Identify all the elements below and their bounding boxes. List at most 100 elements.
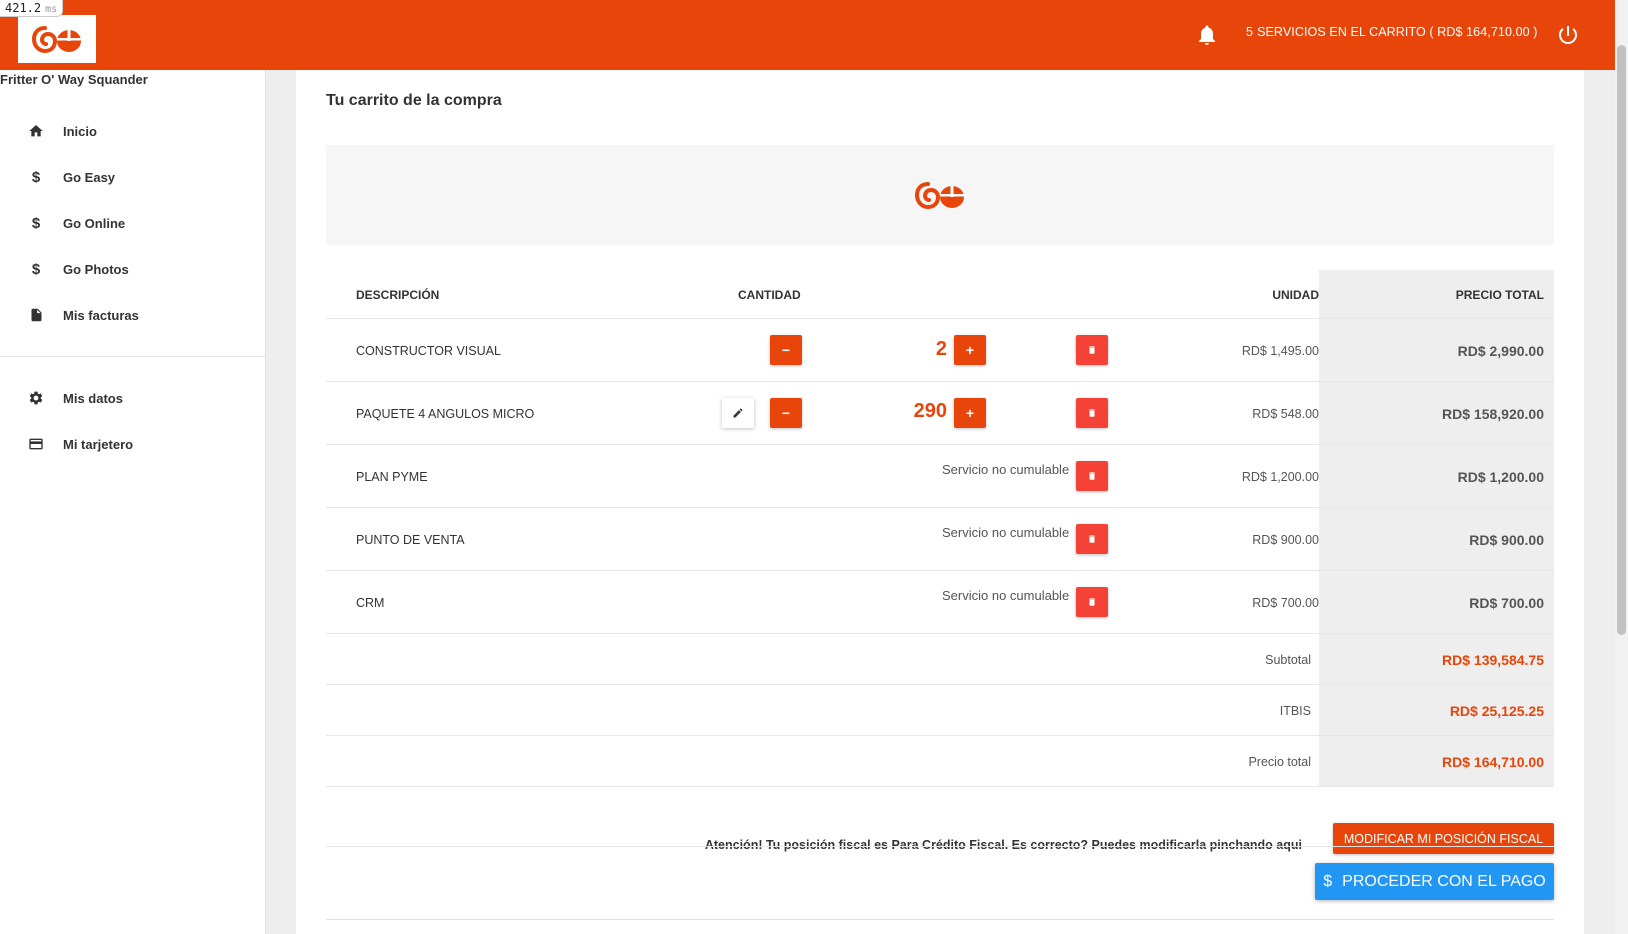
sidebar-item-mis-facturas[interactable]: Mis facturas: [0, 293, 266, 337]
sidebar-item-label: Inicio: [63, 123, 97, 139]
subtotal-value: RD$ 139,584.75: [1442, 652, 1544, 668]
increase-quantity-button[interactable]: +: [954, 335, 986, 365]
delete-item-button[interactable]: [1076, 524, 1108, 554]
row-divider: [326, 318, 1554, 319]
item-total-price: RD$ 2,990.00: [1457, 343, 1544, 359]
cart-card: Tu carrito de la compra DESCRIPCIÓN CANT…: [296, 70, 1584, 934]
non-cumulative-note: Servicio no cumulable: [942, 525, 1070, 540]
edit-item-button[interactable]: [722, 398, 754, 428]
trash-icon: [1089, 472, 1095, 480]
modify-fiscal-position-button[interactable]: MODIFICAR MI POSICIÓN FISCAL: [1333, 823, 1554, 854]
go-logo-icon: [914, 182, 964, 210]
row-divider: [326, 507, 1554, 508]
sidebar-item-label: Go Photos: [63, 261, 129, 277]
dollar-icon: $: [31, 168, 41, 186]
grand-total-value: RD$ 164,710.00: [1442, 754, 1544, 770]
render-timing: 421.2 ms: [0, 0, 64, 17]
grand-total-label: Precio total: [1248, 755, 1311, 769]
top-bar: 5 SERVICIOS EN EL CARRITO ( RD$ 164,710.0…: [0, 0, 1615, 70]
item-total-price: RD$ 1,200.00: [1457, 469, 1544, 485]
item-total-price: RD$ 158,920.00: [1442, 406, 1544, 422]
cart-summary-text: SERVICIOS EN EL CARRITO ( RD$ 164,710.00…: [1257, 25, 1538, 39]
increase-quantity-button[interactable]: +: [954, 398, 986, 428]
item-description: CRM: [356, 596, 385, 610]
item-total-price: RD$ 900.00: [1469, 532, 1544, 548]
item-quantity: 290: [913, 400, 947, 422]
delete-item-button[interactable]: [1076, 398, 1108, 428]
sidebar: Fritter O' Way Squander Inicio $ Go Easy…: [0, 70, 266, 934]
sidebar-item-label: Go Easy: [63, 169, 116, 185]
item-description: PLAN PYME: [356, 470, 428, 484]
item-description: PUNTO DE VENTA: [356, 533, 465, 547]
sidebar-item-go-photos[interactable]: $ Go Photos: [0, 247, 266, 291]
item-quantity: 2: [935, 338, 947, 360]
cart-count: 5: [1246, 25, 1254, 39]
proceed-to-payment-button[interactable]: $ PROCEDER CON EL PAGO: [1315, 863, 1554, 900]
dollar-icon: $: [31, 214, 41, 232]
row-divider: [326, 444, 1554, 445]
item-unit-price: RD$ 1,495.00: [1241, 344, 1319, 358]
card-bottom-border: [326, 919, 1554, 920]
proceed-to-payment-label: PROCEDER CON EL PAGO: [1342, 872, 1546, 890]
non-cumulative-note: Servicio no cumulable: [942, 588, 1070, 603]
item-unit-price: RD$ 700.00: [1252, 596, 1319, 610]
brand-banner: [326, 145, 1554, 245]
item-unit-price: RD$ 1,200.00: [1241, 470, 1319, 484]
scrollbar-thumb[interactable]: [1617, 45, 1626, 635]
trash-icon: [1089, 535, 1095, 543]
column-header-unit: UNIDAD: [1272, 288, 1319, 302]
delete-item-button[interactable]: [1076, 335, 1108, 365]
tax-label: ITBIS: [1279, 704, 1311, 718]
row-divider: [326, 381, 1554, 382]
row-divider: [326, 786, 1554, 787]
sidebar-item-label: Mis datos: [63, 390, 123, 406]
credit-card-icon: [27, 435, 45, 453]
sidebar-item-mis-datos[interactable]: Mis datos: [0, 376, 266, 420]
row-divider: [326, 846, 1554, 847]
cart-summary[interactable]: 5 SERVICIOS EN EL CARRITO ( RD$ 164,710.0…: [1246, 25, 1542, 39]
delete-item-button[interactable]: [1076, 461, 1108, 491]
decrease-quantity-button[interactable]: −: [770, 335, 802, 365]
column-header-quantity: CANTIDAD: [738, 288, 801, 302]
item-description: CONSTRUCTOR VISUAL: [356, 344, 501, 358]
sidebar-item-label: Mis facturas: [63, 307, 139, 323]
column-header-total: PRECIO TOTAL: [1455, 288, 1544, 302]
fiscal-position-notice: Atención! Tu posición fiscal es Para Cré…: [704, 838, 1302, 852]
tax-value: RD$ 25,125.25: [1449, 703, 1544, 719]
delete-item-button[interactable]: [1076, 587, 1108, 617]
trash-icon: [1089, 409, 1095, 417]
sidebar-item-go-easy[interactable]: $ Go Easy: [0, 155, 266, 199]
item-total-price: RD$ 700.00: [1469, 595, 1544, 611]
row-divider: [326, 570, 1554, 571]
non-cumulative-note: Servicio no cumulable: [942, 462, 1070, 477]
row-divider: [326, 633, 1554, 634]
column-header-description: DESCRIPCIÓN: [356, 288, 440, 302]
row-divider: [326, 684, 1554, 685]
page-title: Tu carrito de la compra: [326, 92, 502, 109]
gear-icon: [27, 389, 45, 407]
power-icon[interactable]: [1556, 23, 1580, 47]
item-unit-price: RD$ 548.00: [1252, 407, 1319, 421]
page-scrollbar[interactable]: [1615, 0, 1628, 934]
sidebar-item-label: Go Online: [63, 215, 126, 231]
trash-icon: [1089, 598, 1095, 606]
pencil-icon: [733, 408, 743, 418]
item-description: PAQUETE 4 ANGULOS MICRO: [356, 407, 535, 421]
sidebar-item-go-online[interactable]: $ Go Online: [0, 201, 266, 245]
sidebar-item-mi-tarjetero[interactable]: Mi tarjetero: [0, 422, 266, 466]
dollar-icon: $: [1323, 872, 1333, 890]
go-logo-icon: [31, 26, 81, 54]
decrease-quantity-button[interactable]: −: [770, 398, 802, 428]
home-icon: [27, 122, 45, 140]
user-name: Fritter O' Way Squander: [0, 72, 148, 87]
bell-icon[interactable]: [1195, 23, 1219, 47]
sidebar-divider: [0, 356, 266, 357]
subtotal-label: Subtotal: [1265, 653, 1311, 667]
timing-value: 421.2: [5, 1, 42, 15]
item-unit-price: RD$ 900.00: [1252, 533, 1319, 547]
sidebar-item-inicio[interactable]: Inicio: [0, 109, 266, 153]
logo[interactable]: [18, 15, 96, 63]
dollar-icon: $: [31, 260, 41, 278]
trash-icon: [1089, 346, 1095, 354]
row-divider: [326, 735, 1554, 736]
